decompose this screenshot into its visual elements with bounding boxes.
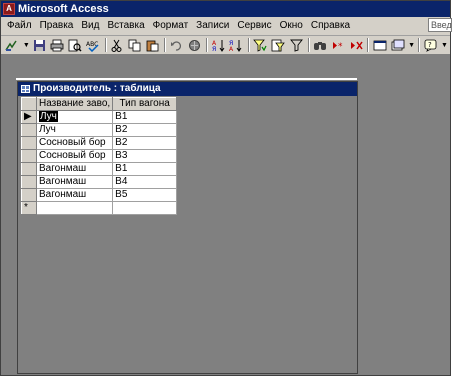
workspace-separator bbox=[16, 78, 357, 80]
new-object-icon[interactable] bbox=[390, 38, 405, 53]
select-all-box[interactable] bbox=[21, 97, 37, 111]
selected-cell-text[interactable]: Луч bbox=[39, 111, 58, 122]
datasheet: Название заво, Тип вагона ▶ Луч B1 Луч B… bbox=[21, 97, 178, 215]
print-preview-icon[interactable] bbox=[68, 38, 83, 53]
hyperlink-icon[interactable] bbox=[187, 38, 202, 53]
toolbar-separator bbox=[104, 38, 107, 52]
paste-icon[interactable] bbox=[145, 38, 160, 53]
record-selector[interactable] bbox=[21, 162, 37, 176]
access-logo-icon: A bbox=[3, 3, 15, 15]
sort-descending-icon[interactable]: ЯA bbox=[229, 38, 244, 53]
current-record-selector-icon[interactable]: ▶ bbox=[21, 110, 37, 124]
table-row: Сосновый бор B2 bbox=[21, 136, 178, 150]
view-dropdown-icon[interactable]: ▼ bbox=[23, 42, 30, 49]
datasheet-header-row: Название заво, Тип вагона bbox=[21, 97, 178, 111]
app-title-bar[interactable]: A Microsoft Access bbox=[1, 1, 450, 17]
undo-icon[interactable] bbox=[169, 38, 184, 53]
copy-icon[interactable] bbox=[127, 38, 142, 53]
table-row: ▶ Луч B1 bbox=[21, 110, 178, 124]
cell-manufacturer-name[interactable]: Луч bbox=[35, 123, 114, 137]
cell-wagon-type[interactable]: B1 bbox=[112, 162, 178, 176]
svg-text:A: A bbox=[229, 46, 234, 52]
find-icon[interactable] bbox=[313, 38, 328, 53]
toolbar-separator bbox=[247, 38, 250, 52]
new-record-icon[interactable]: * bbox=[331, 38, 346, 53]
cell-manufacturer-name[interactable]: Сосновый бор bbox=[35, 149, 114, 163]
delete-record-icon[interactable] bbox=[348, 38, 363, 53]
toolbar-separator bbox=[206, 38, 209, 52]
record-selector[interactable] bbox=[21, 136, 37, 150]
database-window-icon[interactable] bbox=[372, 38, 387, 53]
toolbar-separator bbox=[307, 38, 310, 52]
menu-format[interactable]: Формат bbox=[149, 18, 193, 34]
cell-manufacturer-name[interactable]: Луч bbox=[35, 110, 114, 124]
cut-icon[interactable] bbox=[110, 38, 125, 53]
cell-wagon-type[interactable]: B4 bbox=[112, 175, 178, 189]
toolbar-separator bbox=[418, 38, 421, 52]
new-record-selector-icon[interactable]: * bbox=[21, 201, 37, 215]
cell-manufacturer-name[interactable]: Вагонмаш bbox=[35, 188, 114, 202]
menu-window[interactable]: Окно bbox=[276, 18, 307, 34]
table-row: Луч B2 bbox=[21, 123, 178, 137]
table-window: Производитель : таблица Название заво, Т… bbox=[17, 81, 358, 374]
menu-help[interactable]: Справка bbox=[307, 18, 354, 34]
cell-wagon-type[interactable]: B2 bbox=[112, 123, 178, 137]
menu-file[interactable]: Файл bbox=[1, 18, 36, 34]
standard-toolbar: ▼ ABC AЯ Я A * ▼ ? ▼ bbox=[1, 36, 450, 55]
record-selector[interactable] bbox=[21, 175, 37, 189]
cell-wagon-type[interactable]: B3 bbox=[112, 149, 178, 163]
new-object-dropdown-icon[interactable]: ▼ bbox=[408, 42, 415, 49]
help-icon[interactable]: ? bbox=[423, 38, 438, 53]
cell-manufacturer-name[interactable]: Сосновый бор bbox=[35, 136, 114, 150]
spelling-icon[interactable]: ABC bbox=[86, 38, 101, 53]
svg-text:Я: Я bbox=[212, 46, 216, 52]
filter-by-selection-icon[interactable] bbox=[253, 38, 268, 53]
record-selector[interactable] bbox=[21, 123, 37, 137]
help-dropdown-icon[interactable]: ▼ bbox=[441, 42, 448, 49]
apply-filter-icon[interactable] bbox=[289, 38, 304, 53]
cell-wagon-type[interactable]: B5 bbox=[112, 188, 178, 202]
svg-text:?: ? bbox=[428, 41, 432, 49]
svg-text:*: * bbox=[338, 42, 343, 52]
menu-tools[interactable]: Сервис bbox=[233, 18, 275, 34]
new-record-row: * bbox=[21, 201, 178, 215]
save-icon[interactable] bbox=[32, 38, 47, 53]
table-row: Сосновый бор B3 bbox=[21, 149, 178, 163]
menu-insert[interactable]: Вставка bbox=[103, 18, 148, 34]
table-row: Вагонмаш B4 bbox=[21, 175, 178, 189]
print-icon[interactable] bbox=[50, 38, 65, 53]
column-header-manufacturer-name[interactable]: Название заво, bbox=[35, 97, 114, 111]
record-selector[interactable] bbox=[21, 188, 37, 202]
new-record-cell-wagon-type[interactable] bbox=[112, 201, 178, 215]
toolbar-separator bbox=[367, 38, 370, 52]
cell-manufacturer-name[interactable]: Вагонмаш bbox=[35, 175, 114, 189]
sort-ascending-icon[interactable]: AЯ bbox=[211, 38, 226, 53]
filter-by-form-icon[interactable] bbox=[271, 38, 286, 53]
menu-view[interactable]: Вид bbox=[77, 18, 103, 34]
cell-manufacturer-name[interactable]: Вагонмаш bbox=[35, 162, 114, 176]
table-window-title-bar[interactable]: Производитель : таблица bbox=[18, 82, 357, 96]
cell-wagon-type[interactable]: B1 bbox=[112, 110, 178, 124]
app-title: Microsoft Access bbox=[18, 3, 109, 15]
view-design-icon[interactable] bbox=[5, 38, 20, 53]
new-record-cell-manufacturer-name[interactable] bbox=[35, 201, 114, 215]
menu-edit[interactable]: Правка bbox=[36, 18, 78, 34]
menu-bar: Файл Правка Вид Вставка Формат Записи Се… bbox=[1, 17, 452, 36]
ask-question-box[interactable]: Введи bbox=[428, 18, 452, 32]
table-row: Вагонмаш B5 bbox=[21, 188, 178, 202]
table-icon bbox=[21, 85, 30, 93]
record-selector[interactable] bbox=[21, 149, 37, 163]
cell-wagon-type[interactable]: B2 bbox=[112, 136, 178, 150]
column-header-wagon-type[interactable]: Тип вагона bbox=[112, 97, 178, 111]
menu-records[interactable]: Записи bbox=[192, 18, 233, 34]
toolbar-separator bbox=[164, 38, 167, 52]
table-row: Вагонмаш B1 bbox=[21, 162, 178, 176]
table-window-title: Производитель : таблица bbox=[33, 83, 161, 94]
